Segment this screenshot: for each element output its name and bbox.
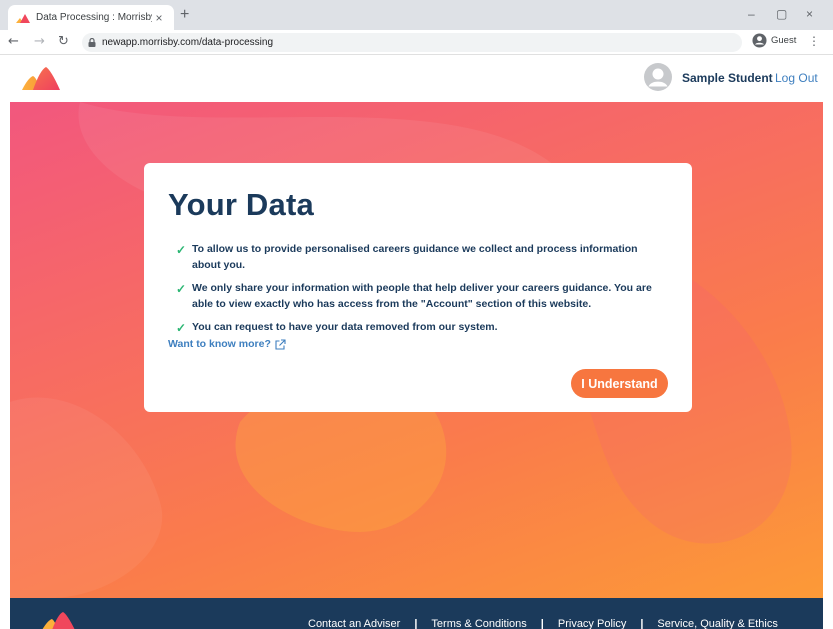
minimize-icon[interactable]: – — [748, 7, 755, 21]
tab-close-icon[interactable]: × — [152, 11, 166, 25]
point-text: To allow us to provide personalised care… — [192, 243, 638, 271]
reload-icon[interactable]: ↻ — [58, 34, 69, 49]
external-link-icon — [275, 338, 286, 350]
terms-conditions-link[interactable]: Terms & Conditions — [431, 618, 526, 629]
more-link-label: Want to know more? — [168, 338, 271, 350]
data-points-list: ✓ To allow us to provide personalised ca… — [176, 241, 666, 342]
guest-profile-button[interactable]: Guest — [752, 33, 796, 48]
browser-toolbar: ← → ↻ newapp.morrisby.com/data-processin… — [0, 30, 833, 55]
logout-link[interactable]: Log Out — [775, 71, 818, 85]
check-icon: ✓ — [176, 243, 187, 257]
footer-separator: | — [540, 618, 544, 629]
footer-separator: | — [640, 618, 644, 629]
check-icon: ✓ — [176, 321, 187, 335]
footer-separator: | — [414, 618, 418, 629]
user-name: Sample Student — [682, 71, 773, 85]
list-item: ✓ You can request to have your data remo… — [176, 319, 666, 335]
point-text: You can request to have your data remove… — [192, 321, 498, 333]
url-text: newapp.morrisby.com/data-processing — [102, 37, 274, 48]
back-arrow-icon[interactable]: ← — [8, 34, 19, 49]
profile-label: Guest — [771, 35, 797, 46]
site-footer: Contact an Adviser | Terms & Conditions … — [10, 598, 823, 629]
browser-menu-icon[interactable]: ⋮ — [808, 34, 820, 48]
list-item: ✓ To allow us to provide personalised ca… — [176, 241, 666, 273]
app-header: Sample Student Log Out — [0, 56, 833, 102]
morrisby-logo-icon[interactable] — [20, 64, 62, 92]
check-icon: ✓ — [176, 282, 187, 296]
account-circle-icon — [752, 33, 767, 48]
service-quality-ethics-link[interactable]: Service, Quality & Ethics — [657, 618, 777, 629]
point-text: We only share your information with peop… — [192, 282, 652, 310]
privacy-policy-link[interactable]: Privacy Policy — [558, 618, 626, 629]
morrisby-favicon-icon — [16, 13, 30, 23]
new-tab-button[interactable]: + — [180, 6, 189, 24]
lock-icon — [88, 38, 96, 47]
forward-arrow-icon[interactable]: → — [34, 34, 45, 49]
i-understand-button[interactable]: I Understand — [571, 369, 668, 398]
list-item: ✓ We only share your information with pe… — [176, 280, 666, 312]
tab-title: Data Processing : Morrisby — [36, 12, 152, 23]
address-bar[interactable]: newapp.morrisby.com/data-processing — [82, 33, 742, 52]
card-title: Your Data — [168, 187, 314, 222]
close-window-icon[interactable]: × — [806, 7, 813, 21]
restore-icon[interactable]: ▢ — [776, 7, 787, 21]
footer-logo-icon — [42, 612, 75, 629]
footer-links: Contact an Adviser | Terms & Conditions … — [308, 618, 778, 629]
browser-tab[interactable]: Data Processing : Morrisby × — [8, 5, 174, 30]
browser-tabstrip: Data Processing : Morrisby × + – ▢ × — [0, 0, 833, 30]
data-consent-card: Your Data ✓ To allow us to provide perso… — [144, 163, 692, 412]
want-to-know-more-link[interactable]: Want to know more? — [168, 338, 286, 350]
contact-adviser-link[interactable]: Contact an Adviser — [308, 618, 400, 629]
avatar[interactable] — [644, 63, 672, 91]
